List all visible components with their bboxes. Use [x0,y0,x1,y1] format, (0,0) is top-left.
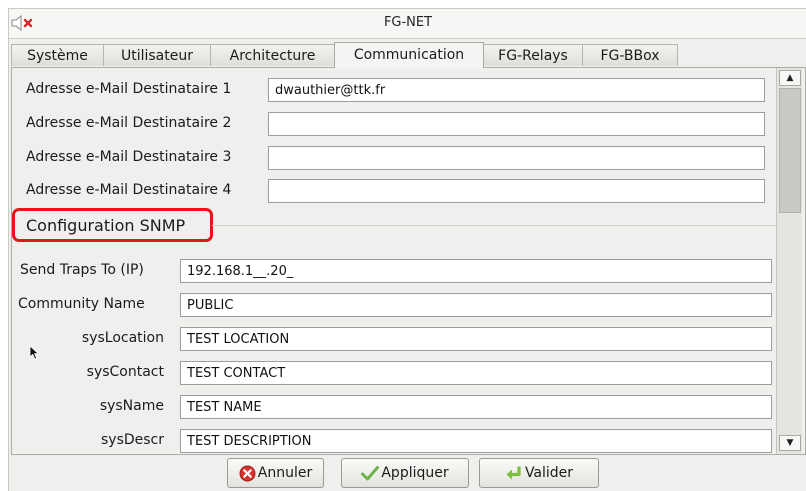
email-recipient-3-field[interactable] [268,146,765,170]
email-recipient-4-field[interactable] [268,179,765,203]
vertical-scrollbar[interactable]: ▲ ▼ [776,68,802,454]
tab-fg-bbox[interactable]: FG-BBox [582,44,678,66]
title-bar: FG-NET [9,9,806,39]
window-title: FG-NET [383,15,433,30]
syslocation-label: sysLocation [81,330,164,346]
checkmark-icon [361,466,380,481]
tab-communication[interactable]: Communication [334,42,484,68]
cancel-button[interactable]: Annuler [227,458,324,488]
communication-panel: Adresse e-Mail Destinataire 1 Adresse e-… [11,67,806,455]
syscontact-label: sysContact [86,364,164,380]
email-recipient-1-label: Adresse e-Mail Destinataire 1 [26,81,232,97]
tab-systeme[interactable]: Système [11,44,104,66]
community-name-field[interactable] [180,293,772,317]
cancel-x-icon [239,465,256,481]
email-recipient-2-label: Adresse e-Mail Destinataire 2 [26,115,232,131]
application-window: FG-NET Système Utilisateur Architecture … [8,8,806,491]
snmp-section-highlight: Configuration SNMP [12,208,213,242]
sysname-field[interactable] [180,395,772,419]
tab-utilisateur[interactable]: Utilisateur [103,44,211,66]
apply-button[interactable]: Appliquer [341,458,469,488]
syscontact-field[interactable] [180,361,772,385]
send-traps-label: Send Traps To (IP) [20,262,144,278]
cancel-button-label: Annuler [257,465,313,481]
send-traps-ip-field[interactable] [180,259,772,283]
email-recipient-4-label: Adresse e-Mail Destinataire 4 [26,182,232,198]
mouse-cursor-icon [29,345,40,360]
tab-fg-relays[interactable]: FG-Relays [483,44,583,66]
validate-button[interactable]: Valider [479,458,599,488]
tab-architecture[interactable]: Architecture [210,44,335,66]
scrollbar-thumb[interactable] [779,88,801,213]
community-name-label: Community Name [18,296,145,312]
sysdescr-label: sysDescr [100,432,164,448]
snmp-section-title: Configuration SNMP [26,216,186,235]
validate-button-label: Valider [524,465,574,481]
email-recipient-2-field[interactable] [268,112,765,136]
section-divider [212,225,777,226]
email-recipient-1-field[interactable] [268,78,765,102]
sysdescr-field[interactable] [180,429,772,453]
enter-arrow-icon [506,466,521,480]
scroll-down-arrow-icon[interactable]: ▼ [779,435,801,451]
syslocation-field[interactable] [180,327,772,351]
apply-button-label: Appliquer [381,465,449,481]
scroll-up-arrow-icon[interactable]: ▲ [779,70,801,86]
sysname-label: sysName [99,398,164,414]
email-recipient-3-label: Adresse e-Mail Destinataire 3 [26,149,232,165]
